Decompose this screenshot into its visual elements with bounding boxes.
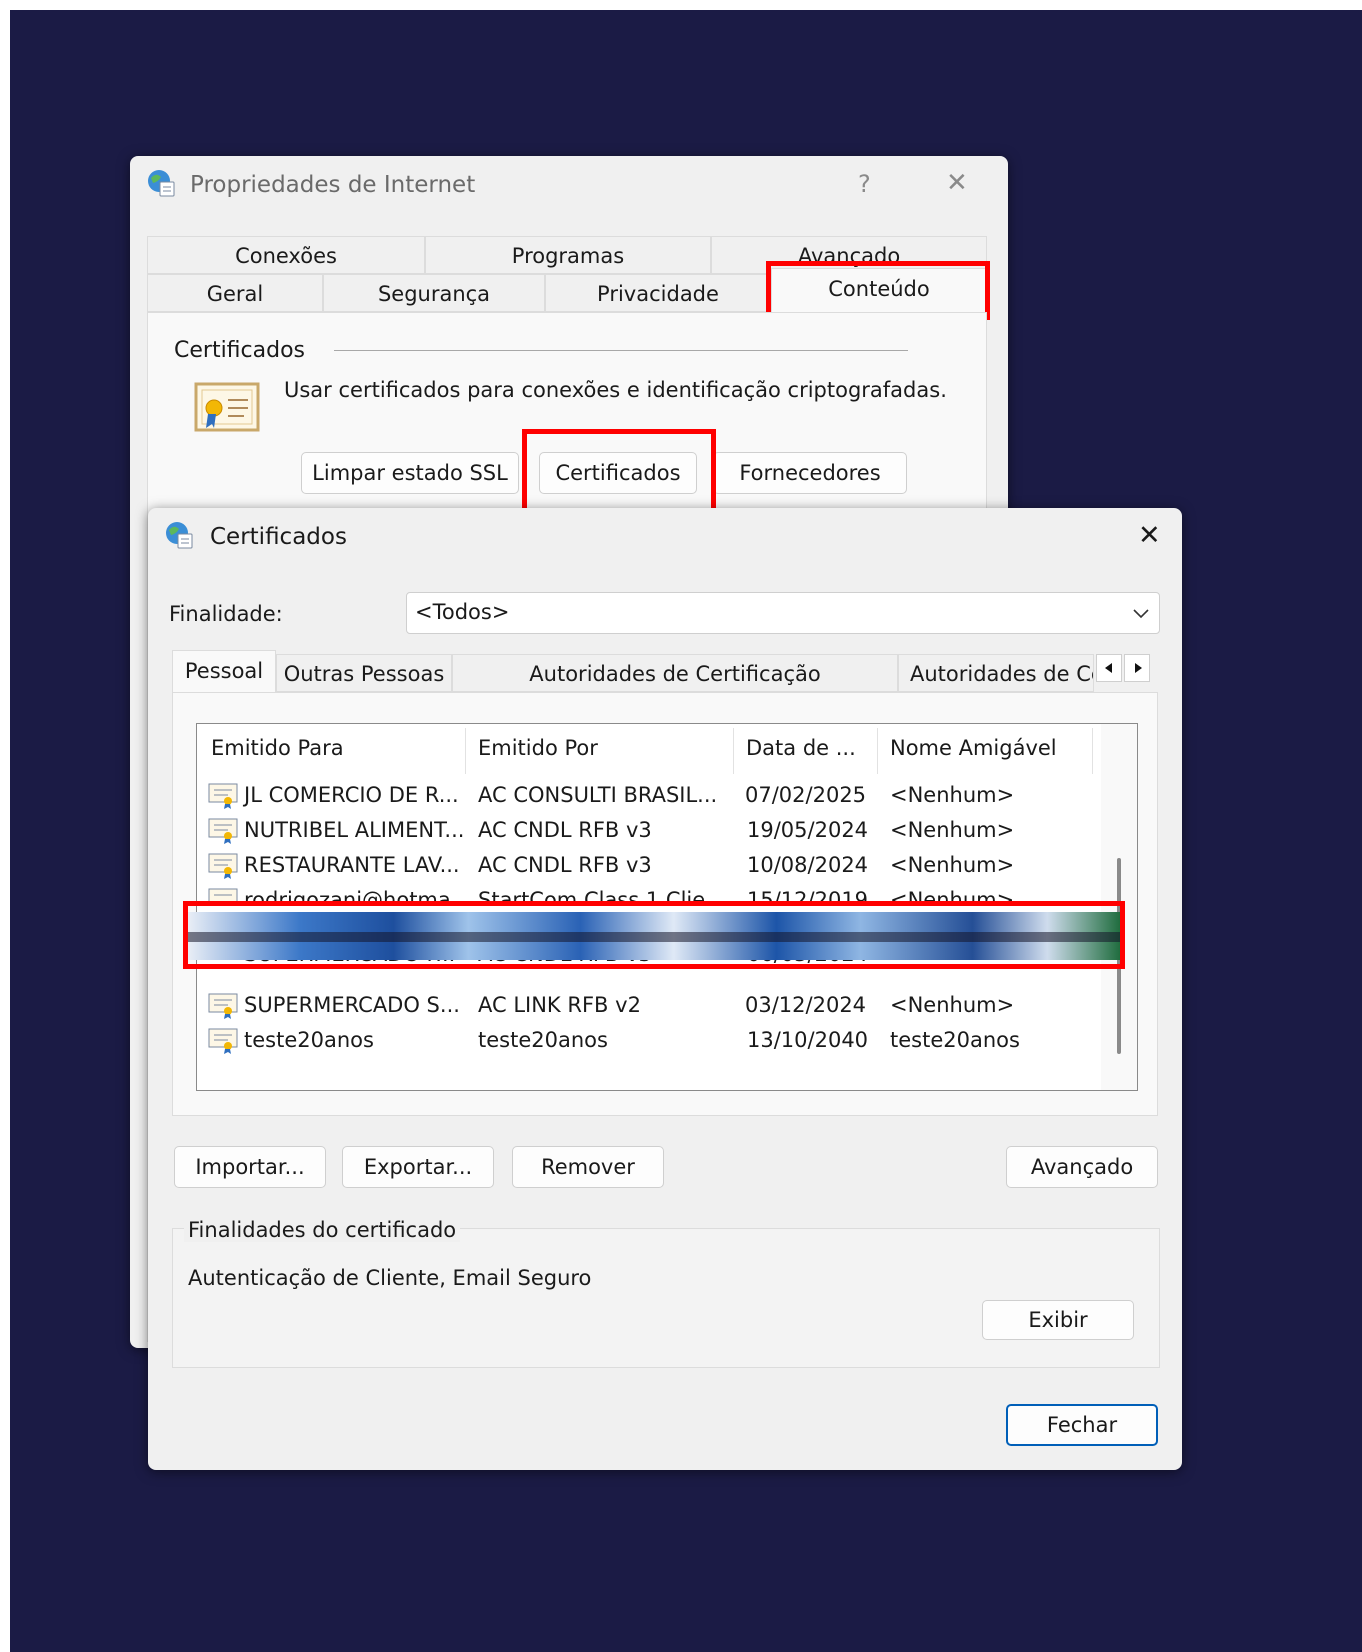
cell-issued-by: AC CONSULTI BRASIL...: [478, 783, 718, 807]
triangle-left-icon: [1105, 663, 1112, 673]
help-button[interactable]: ?: [858, 170, 871, 198]
table-row[interactable]: NUTRIBEL ALIMENT... AC CNDL RFB v3 19/05…: [208, 813, 1048, 847]
dialog-title: Certificados: [210, 524, 347, 550]
close-button[interactable]: ✕: [946, 168, 968, 198]
table-row[interactable]: teste20anos teste20anos 13/10/2040 teste…: [208, 1023, 1048, 1057]
certificates-description: Usar certificados para conexões e identi…: [284, 378, 947, 402]
dialog-close-button[interactable]: ✕: [1138, 520, 1161, 551]
cell-date: 10/08/2024: [747, 853, 869, 877]
import-button[interactable]: Importar...: [174, 1146, 326, 1188]
tab-geral[interactable]: Geral: [147, 274, 323, 312]
cell-date: 07/02/2025: [745, 783, 867, 807]
certificates-dialog: Certificados ✕ Finalidade: <Todos> Pesso…: [148, 508, 1182, 1470]
table-row[interactable]: rodrigozani@hotma... StartCom Class 1 Cl…: [208, 883, 1048, 901]
cell-issued-by: AC LINK RFB v2: [478, 993, 641, 1017]
cell-date: 13/10/2040: [747, 1028, 869, 1052]
cell-friendly-name: <Nenhum>: [890, 853, 1015, 877]
certificate-icon: [208, 818, 238, 844]
certificates-section-heading: Certificados: [174, 338, 306, 363]
triangle-right-icon: [1135, 663, 1142, 673]
cell-friendly-name: teste20anos: [890, 1028, 1020, 1052]
advanced-button[interactable]: Avançado: [1006, 1146, 1158, 1188]
tab-autoridades-intermediarias[interactable]: Autoridades de Certificação Intermediári…: [452, 654, 898, 724]
certificate-icon: [208, 783, 238, 809]
tab-seguranca[interactable]: Segurança: [323, 274, 545, 312]
cell-friendly-name: <Nenhum>: [890, 783, 1015, 807]
certificate-icon: [208, 993, 238, 1019]
view-button[interactable]: Exibir: [982, 1300, 1134, 1340]
purpose-label: Finalidade:: [169, 602, 283, 626]
table-row[interactable]: SUPERMERCADO S... AC LINK RFB v2 03/12/2…: [208, 988, 1048, 1022]
dialog-title-bar: Certificados ✕: [148, 508, 1182, 568]
list-header: Emitido Para Emitido Por Data de ... Nom…: [197, 724, 1097, 774]
tab-privacidade[interactable]: Privacidade: [545, 274, 771, 312]
tab-autoridades-raiz[interactable]: Autoridades de Ce: [898, 654, 1094, 692]
cell-issued-to: rodrigozani@hotma...: [244, 888, 471, 901]
section-divider: [334, 350, 908, 351]
tab-scroll-left-button[interactable]: [1096, 654, 1122, 682]
certificate-icon: [194, 382, 260, 432]
cell-issued-by: AC CNDL RFB v3: [478, 818, 652, 842]
close-dialog-button[interactable]: Fechar: [1006, 1404, 1158, 1446]
cell-issued-to: RESTAURANTE LAV...: [244, 853, 460, 877]
cell-date: 03/12/2024: [745, 993, 867, 1017]
cell-friendly-name: <Nenhum>: [890, 888, 1015, 901]
cell-issued-to: JL COMERCIO DE R...: [244, 783, 459, 807]
purposes-value: Autenticação de Cliente, Email Seguro: [188, 1266, 592, 1290]
cell-friendly-name: <Nenhum>: [890, 818, 1015, 842]
window-title: Propriedades de Internet: [190, 172, 476, 198]
cell-issued-by: teste20anos: [478, 1028, 608, 1052]
tab-conexoes[interactable]: Conexões: [147, 236, 425, 274]
title-bar: Propriedades de Internet ? ✕: [130, 156, 1008, 216]
cell-issued-by: StartCom Class 1 Clie...: [478, 888, 726, 901]
tab-outras-pessoas[interactable]: Outras Pessoas: [276, 654, 452, 692]
cell-date: 15/12/2019: [747, 888, 869, 901]
table-row[interactable]: JL COMERCIO DE R... AC CONSULTI BRASIL..…: [208, 778, 1048, 812]
cell-issued-by: AC CNDL RFB v3: [478, 853, 652, 877]
clear-ssl-state-button[interactable]: Limpar estado SSL: [301, 452, 519, 494]
highlight-redacted-row: [183, 901, 1125, 969]
remove-button[interactable]: Remover: [512, 1146, 664, 1188]
certificate-icon: [208, 1028, 238, 1054]
tab-programas[interactable]: Programas: [425, 236, 711, 274]
export-button[interactable]: Exportar...: [342, 1146, 494, 1188]
chevron-down-icon: [1133, 609, 1149, 619]
purpose-dropdown[interactable]: <Todos>: [406, 592, 1160, 634]
column-divider: [877, 728, 878, 774]
column-header-issued-to[interactable]: Emitido Para: [211, 736, 344, 760]
cell-friendly-name: <Nenhum>: [890, 993, 1015, 1017]
internet-globe-icon: [166, 522, 193, 549]
column-divider: [1092, 728, 1093, 774]
purposes-group-heading: Finalidades do certificado: [184, 1218, 461, 1242]
cell-issued-to: NUTRIBEL ALIMENT...: [244, 818, 465, 842]
tab-scroll-right-button[interactable]: [1124, 654, 1150, 682]
column-header-friendly-name[interactable]: Nome Amigável: [890, 736, 1057, 760]
certificate-icon: [208, 888, 238, 901]
cell-issued-to: teste20anos: [244, 1028, 374, 1052]
purpose-selected-value: <Todos>: [415, 600, 510, 624]
internet-globe-icon: [148, 170, 175, 197]
cell-date: 19/05/2024: [747, 818, 869, 842]
cell-issued-to: SUPERMERCADO S...: [244, 993, 460, 1017]
column-divider: [465, 728, 466, 774]
column-header-issued-by[interactable]: Emitido Por: [478, 736, 598, 760]
certificate-purposes-group: [172, 1228, 1160, 1368]
certificate-icon: [208, 853, 238, 879]
table-row[interactable]: RESTAURANTE LAV... AC CNDL RFB v3 10/08/…: [208, 848, 1048, 882]
publishers-button[interactable]: Fornecedores: [713, 452, 907, 494]
highlight-certificates-button: [522, 429, 716, 515]
column-header-expiration[interactable]: Data de ...: [746, 736, 856, 760]
tab-pessoal[interactable]: Pessoal: [172, 650, 276, 696]
column-divider: [733, 728, 734, 774]
